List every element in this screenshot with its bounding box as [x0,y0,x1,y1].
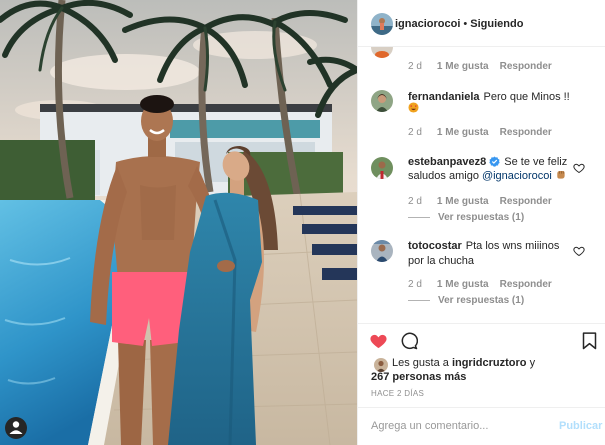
replies-divider-line [408,299,430,301]
comment-age: 2 d [408,279,422,290]
fist-emoji-icon [557,171,565,179]
comment-text-continued: saludos amigo @ignaciorocoi [408,169,566,183]
publish-button[interactable]: Publicar [559,419,602,433]
comment-emoji-line [408,102,419,116]
user-tag-icon[interactable] [5,417,27,439]
commenter-avatar[interactable] [371,240,393,262]
comment-likes-link[interactable]: 1 Me gusta [437,278,489,291]
mention-link[interactable]: @ignaciorocoi [482,170,552,182]
likes-others-link[interactable]: 267 personas más [371,371,466,383]
comment-line: saludos amigo [408,170,479,182]
reply-button[interactable]: Responder [500,278,552,291]
header-separator: • [463,18,468,30]
comment-text: fernandaniela Pero que Minos !! [408,90,570,104]
replies-divider-line [408,216,430,218]
comment-like-heart-icon[interactable] [573,245,585,257]
comment-line: Se te ve feliz [504,156,568,168]
author-avatar[interactable] [371,13,393,35]
view-replies-button[interactable]: Ver respuestas (1) [408,294,524,307]
comment-line: Pta los wns miiinos [465,240,560,252]
commenter-avatar[interactable] [371,157,393,179]
verified-badge-icon [489,156,500,167]
comment-age: 2 d [408,127,422,138]
post-photo-image [0,0,357,445]
author-username[interactable]: ignaciorocoi [395,18,460,30]
commenter-avatar[interactable] [371,90,393,112]
comment-meta: 2 d 1 Me gusta Responder [408,278,552,291]
comment-meta: 2 d 1 Me gusta Responder [408,195,552,208]
view-replies-button[interactable]: Ver respuestas (1) [408,211,524,224]
comment-age: 2 d [408,61,422,72]
comment-like-heart-icon[interactable] [573,162,585,174]
comment-text: estebanpavez8 Se te ve feliz [408,155,567,169]
reply-button[interactable]: Responder [500,195,552,208]
likes-prefix: Les gusta a [392,357,449,369]
comment-meta: 2 d 1 Me gusta Responder [408,60,552,73]
smiling-face-with-heart-eyes-emoji-icon [408,102,419,113]
view-replies-label: Ver respuestas (1) [438,212,525,223]
post-side-panel: ignaciorocoi • Siguiendo 2 d 1 Me gusta Resp… [357,0,605,445]
comment-box-divider [358,407,605,408]
actions-divider [358,323,605,324]
commenter-username[interactable]: estebanpavez8 [408,156,486,168]
comment-input[interactable] [371,415,551,437]
reply-button[interactable]: Responder [500,60,552,73]
comment-bubble-icon[interactable] [400,332,418,350]
comment-age: 2 d [408,196,422,207]
comments-list[interactable]: 2 d 1 Me gusta Responder fernandaniela Pero… [358,47,605,322]
likes-others: 267 personas más [371,370,466,384]
post-photo[interactable] [0,0,357,445]
comment-line: Pero que Minos !! [483,91,570,103]
liker-username[interactable]: ingridcruztoro [452,357,527,369]
likes-summary: Les gusta a ingridcruztoro y [392,356,535,370]
commenter-username[interactable]: totocostar [408,240,462,252]
comment-meta: 2 d 1 Me gusta Responder [408,126,552,139]
post-header: ignaciorocoi • Siguiendo [395,17,523,31]
comment-likes-link[interactable]: 1 Me gusta [437,195,489,208]
post-timestamp[interactable]: HACE 2 DÍAS [371,389,424,399]
commenter-avatar[interactable] [371,47,393,58]
bookmark-icon[interactable] [582,332,597,350]
comment-line: por la chucha [408,255,475,267]
instagram-post-view: ignaciorocoi • Siguiendo 2 d 1 Me gusta Resp… [0,0,605,445]
comment-likes-link[interactable]: 1 Me gusta [437,60,489,73]
heart-filled-icon[interactable] [369,332,388,350]
likes-conjunction: y [529,357,536,369]
comment-likes-link[interactable]: 1 Me gusta [437,126,489,139]
follow-status-button[interactable]: Siguiendo [470,18,523,30]
view-replies-label: Ver respuestas (1) [438,295,525,306]
reply-button[interactable]: Responder [500,126,552,139]
comment-text: totocostar Pta los wns miiinos [408,239,559,253]
comment-text-continued: por la chucha [408,254,474,268]
